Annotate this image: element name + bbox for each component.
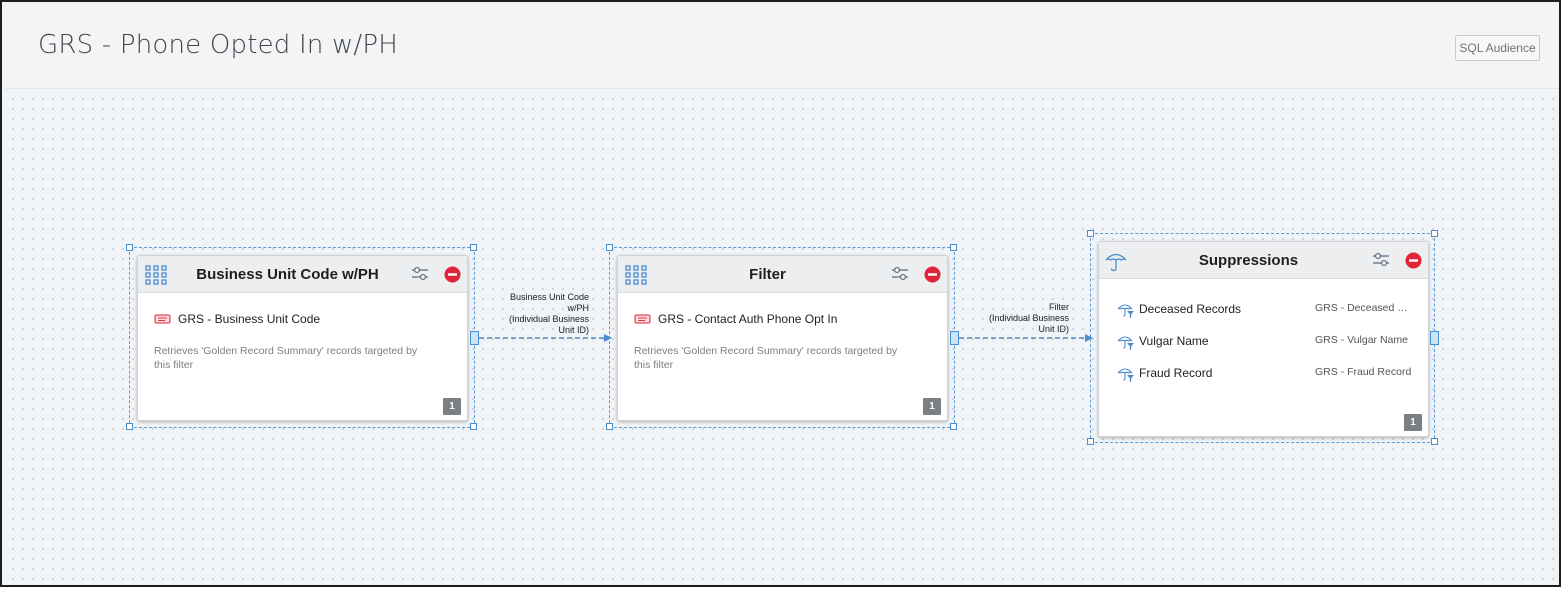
suppression-value: GRS - Deceased Records xyxy=(1315,302,1415,314)
node-header: Suppressions xyxy=(1099,242,1428,279)
node-title: Business Unit Code w/PH xyxy=(196,266,379,283)
suppression-item[interactable]: Deceased Records GRS - Deceased Records xyxy=(1117,299,1417,319)
suppression-value: GRS - Vulgar Name xyxy=(1315,334,1408,346)
node-title: Filter xyxy=(749,266,786,283)
node-header: Filter xyxy=(618,256,947,293)
settings-sliders-icon[interactable] xyxy=(1372,252,1390,268)
resize-handle[interactable] xyxy=(1087,230,1094,237)
resize-handle[interactable] xyxy=(470,423,477,430)
connector-2-label: Filter (Individual Business Unit ID) xyxy=(989,302,1069,335)
app-frame: GRS - Phone Opted In w/PH SQL Audience B… xyxy=(0,0,1561,587)
node-header: Business Unit Code w/PH xyxy=(138,256,467,293)
count-badge: 1 xyxy=(1404,414,1422,431)
filter-name[interactable]: GRS - Business Unit Code xyxy=(178,312,320,326)
suppression-label: Fraud Record xyxy=(1139,366,1213,380)
connector-1-label-line: Unit ID) xyxy=(558,325,589,335)
resize-handle[interactable] xyxy=(126,423,133,430)
umbrella-icon xyxy=(1105,253,1127,272)
umbrella-filter-icon xyxy=(1117,336,1134,350)
node-title: Suppressions xyxy=(1198,252,1299,269)
umbrella-filter-icon xyxy=(1117,368,1134,382)
resize-handle[interactable] xyxy=(1431,438,1438,445)
count-badge: 1 xyxy=(443,398,461,415)
filter-name[interactable]: GRS - Contact Auth Phone Opt In xyxy=(658,312,837,326)
connector-2-label-line: Filter xyxy=(1049,302,1069,312)
node-business-unit-code[interactable]: Business Unit Code w/PH GRS - Business U… xyxy=(137,255,468,421)
count-badge: 1 xyxy=(923,398,941,415)
resize-handle[interactable] xyxy=(606,244,613,251)
output-port[interactable] xyxy=(470,331,479,345)
grid-icon xyxy=(625,265,647,285)
filter-tag-icon xyxy=(634,314,651,324)
suppression-value: GRS - Fraud Record xyxy=(1315,366,1412,378)
settings-sliders-icon[interactable] xyxy=(411,266,429,282)
suppression-item[interactable]: Vulgar Name GRS - Vulgar Name xyxy=(1117,331,1417,351)
suppression-item[interactable]: Fraud Record GRS - Fraud Record xyxy=(1117,363,1417,383)
resize-handle[interactable] xyxy=(126,244,133,251)
filter-description: Retrieves 'Golden Record Summary' record… xyxy=(154,345,418,371)
connector-1-label-line: (Individual Business xyxy=(508,314,589,324)
resize-handle[interactable] xyxy=(470,244,477,251)
node-suppressions[interactable]: Suppressions Deceased Records GRS - Dece… xyxy=(1098,241,1429,437)
remove-icon[interactable] xyxy=(444,266,461,283)
resize-handle[interactable] xyxy=(1087,438,1094,445)
connector-1-label-line: Business Unit Code xyxy=(509,292,589,302)
remove-icon[interactable] xyxy=(924,266,941,283)
suppression-label: Vulgar Name xyxy=(1139,334,1209,348)
resize-handle[interactable] xyxy=(606,423,613,430)
resize-handle[interactable] xyxy=(1431,230,1438,237)
input-port[interactable] xyxy=(950,331,959,345)
connector-2-label-line: Unit ID) xyxy=(1038,324,1069,334)
input-port[interactable] xyxy=(1430,331,1439,345)
filter-description: Retrieves 'Golden Record Summary' record… xyxy=(634,345,898,371)
filter-tag-icon xyxy=(154,314,171,324)
node-filter[interactable]: Filter GRS - Contact Auth Phone Opt In R… xyxy=(617,255,948,421)
settings-sliders-icon[interactable] xyxy=(891,266,909,282)
connector-1-label-line: w/PH xyxy=(567,303,589,313)
resize-handle[interactable] xyxy=(950,423,957,430)
grid-icon xyxy=(145,265,167,285)
suppression-label: Deceased Records xyxy=(1139,302,1242,316)
connector-2-label-line: (Individual Business xyxy=(988,313,1069,323)
filter-row: GRS - Business Unit Code xyxy=(154,312,320,326)
umbrella-filter-icon xyxy=(1117,304,1134,318)
connector-1-label: Business Unit Code w/PH (Individual Busi… xyxy=(509,292,589,336)
filter-row: GRS - Contact Auth Phone Opt In xyxy=(634,312,837,326)
resize-handle[interactable] xyxy=(950,244,957,251)
remove-icon[interactable] xyxy=(1405,252,1422,269)
